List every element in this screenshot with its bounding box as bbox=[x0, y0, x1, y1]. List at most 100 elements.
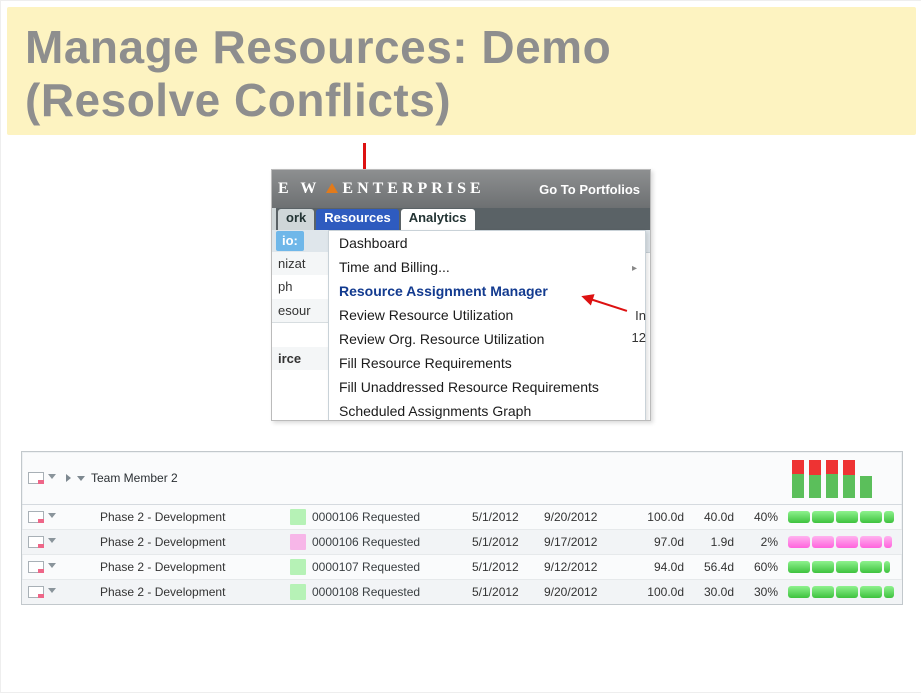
id-status: 0000108 Requested bbox=[312, 585, 472, 599]
spark-segment bbox=[836, 586, 858, 598]
spark-segment bbox=[836, 511, 858, 523]
start-date: 5/1/2012 bbox=[472, 560, 544, 574]
menu-item-7[interactable]: Scheduled Assignments Graph bbox=[329, 399, 645, 421]
spark-segment bbox=[788, 536, 810, 548]
main-tab-bar: ork Resources Analytics bbox=[272, 208, 650, 230]
spark-segment bbox=[884, 561, 890, 573]
color-swatch bbox=[290, 509, 306, 525]
annotation-arrow-diag-icon bbox=[577, 279, 627, 309]
duration: 94.0d bbox=[626, 560, 684, 574]
id-status: 0000106 Requested bbox=[312, 535, 472, 549]
assignment-row[interactable]: Phase 2 - Development0000106 Requested5/… bbox=[22, 505, 902, 530]
row-dropdown-icon[interactable] bbox=[48, 538, 56, 546]
effort: 1.9d bbox=[684, 535, 734, 549]
spark-segment bbox=[788, 561, 810, 573]
row-dropdown-icon[interactable] bbox=[48, 474, 56, 482]
brand-logo: E W ENTERPRISE bbox=[278, 180, 485, 198]
sparkline bbox=[788, 586, 896, 598]
spark-segment bbox=[788, 511, 810, 523]
menu-item-1[interactable]: Time and Billing...▸ bbox=[329, 255, 645, 279]
phase-name: Phase 2 - Development bbox=[66, 510, 290, 524]
duration: 100.0d bbox=[626, 585, 684, 599]
assignment-row[interactable]: Phase 2 - Development 0000106 Requested5/… bbox=[22, 530, 902, 555]
expand-right-icon[interactable] bbox=[66, 474, 71, 482]
effort: 30.0d bbox=[684, 585, 734, 599]
row-dropdown-icon[interactable] bbox=[48, 513, 56, 521]
spark-segment bbox=[860, 561, 882, 573]
utilization-bar-chart bbox=[792, 458, 892, 498]
brand-caret-icon bbox=[326, 183, 338, 193]
percent: 2% bbox=[734, 535, 784, 549]
spark-segment bbox=[860, 536, 882, 548]
percent: 30% bbox=[734, 585, 784, 599]
frag-ph: ph bbox=[272, 275, 328, 299]
spark-segment bbox=[788, 586, 810, 598]
color-swatch bbox=[290, 559, 306, 575]
spark-segment bbox=[836, 561, 858, 573]
spark-segment bbox=[860, 511, 882, 523]
end-date: 9/20/2012 bbox=[544, 510, 626, 524]
row-dropdown-icon[interactable] bbox=[48, 588, 56, 596]
menu-item-6[interactable]: Fill Unaddressed Resource Requirements bbox=[329, 375, 645, 399]
go-to-portfolios-link[interactable]: Go To Portfolios bbox=[539, 182, 650, 197]
left-column-fragments: nizat ph esour irce bbox=[272, 252, 328, 370]
end-date: 9/17/2012 bbox=[544, 535, 626, 549]
app-header: E W ENTERPRISE Go To Portfolios bbox=[272, 170, 650, 208]
spark-segment bbox=[884, 536, 892, 548]
color-swatch bbox=[290, 534, 306, 550]
row-icon bbox=[28, 586, 44, 598]
duration: 97.0d bbox=[626, 535, 684, 549]
color-swatch bbox=[290, 584, 306, 600]
trailing-fragment-in: In bbox=[635, 308, 646, 323]
brand-right: ENTERPRISE bbox=[342, 180, 484, 198]
tab-resources[interactable]: Resources bbox=[316, 209, 398, 230]
end-date: 9/12/2012 bbox=[544, 560, 626, 574]
frag-irce: irce bbox=[272, 347, 328, 370]
sub-io-label: io: bbox=[276, 231, 304, 251]
util-bar bbox=[860, 476, 872, 498]
row-icon bbox=[28, 511, 44, 523]
row-icon bbox=[28, 536, 44, 548]
assignment-row[interactable]: Phase 2 - Development 0000107 Requested5/… bbox=[22, 555, 902, 580]
row-dropdown-icon[interactable] bbox=[48, 563, 56, 571]
phase-name: Phase 2 - Development bbox=[66, 535, 290, 549]
tab-cut-left bbox=[272, 208, 276, 230]
util-bar bbox=[809, 460, 821, 498]
util-bar bbox=[792, 460, 804, 498]
spark-segment bbox=[884, 511, 894, 523]
trailing-fragment-12: 12 bbox=[632, 330, 646, 345]
id-status: 0000107 Requested bbox=[312, 560, 472, 574]
duration: 100.0d bbox=[626, 510, 684, 524]
effort: 40.0d bbox=[684, 510, 734, 524]
menu-item-0[interactable]: Dashboard bbox=[329, 231, 645, 255]
team-header-row[interactable]: Team Member 2 bbox=[22, 452, 902, 505]
submenu-arrow-icon: ▸ bbox=[632, 263, 637, 274]
expand-down-icon[interactable] bbox=[77, 476, 85, 481]
brand-left: E W bbox=[278, 180, 320, 198]
spark-segment bbox=[812, 561, 834, 573]
slide-title: Manage Resources: Demo (Resolve Conflict… bbox=[25, 21, 898, 127]
assignment-row[interactable]: Phase 2 - Development0000108 Requested5/… bbox=[22, 580, 902, 604]
spark-segment bbox=[836, 536, 858, 548]
effort: 56.4d bbox=[684, 560, 734, 574]
start-date: 5/1/2012 bbox=[472, 535, 544, 549]
frag-esour: esour bbox=[272, 299, 328, 323]
slide-title-line1: Manage Resources: Demo bbox=[25, 21, 611, 73]
menu-item-4[interactable]: Review Org. Resource Utilization bbox=[329, 327, 645, 351]
end-date: 9/20/2012 bbox=[544, 585, 626, 599]
menu-item-5[interactable]: Fill Resource Requirements bbox=[329, 351, 645, 375]
tab-analytics[interactable]: Analytics bbox=[401, 209, 475, 230]
start-date: 5/1/2012 bbox=[472, 510, 544, 524]
phase-name: Phase 2 - Development bbox=[66, 560, 290, 574]
util-bar bbox=[843, 460, 855, 498]
slide-title-banner: Manage Resources: Demo (Resolve Conflict… bbox=[7, 7, 916, 135]
row-icon bbox=[28, 472, 44, 484]
util-bar bbox=[826, 460, 838, 498]
sparkline bbox=[788, 561, 896, 573]
sparkline bbox=[788, 511, 896, 523]
tab-work[interactable]: ork bbox=[278, 209, 314, 230]
spark-segment bbox=[812, 586, 834, 598]
assignment-grid: Team Member 2 Phase 2 - Development00001… bbox=[21, 451, 903, 605]
row-icon bbox=[28, 561, 44, 573]
team-member-label: Team Member 2 bbox=[91, 471, 178, 485]
